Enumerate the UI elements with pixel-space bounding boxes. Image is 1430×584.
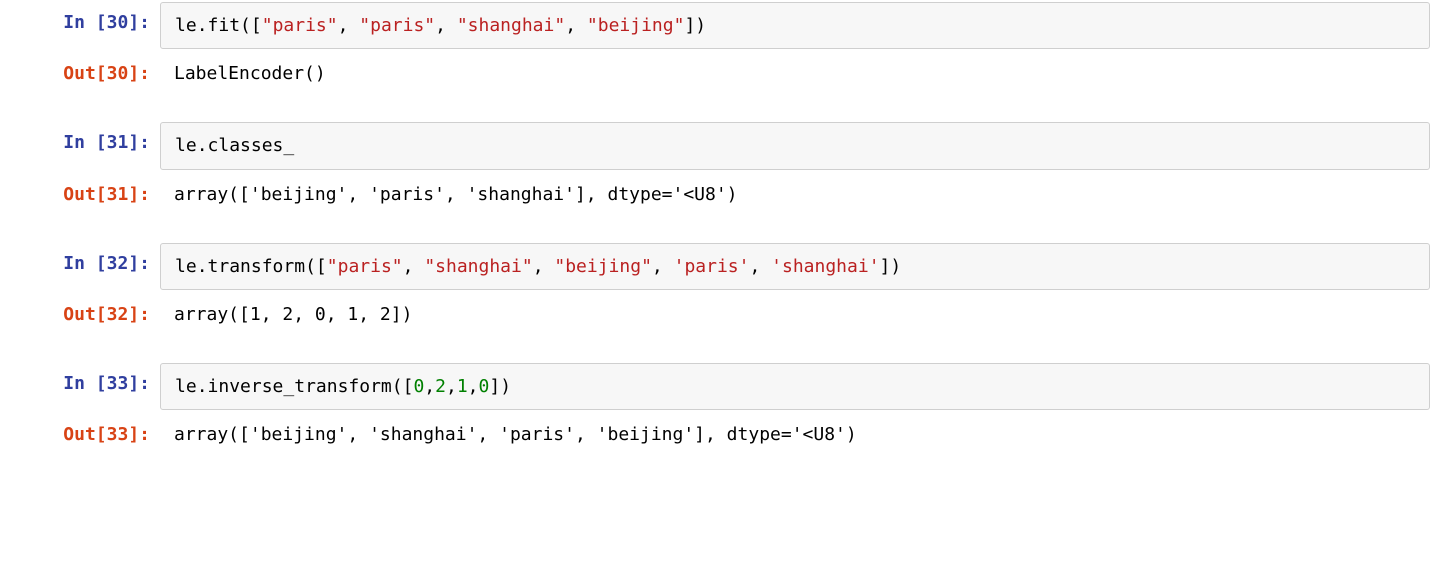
input-cell: In [30]:le.fit(["paris", "paris", "shang…	[0, 0, 1430, 51]
code-token: "shanghai"	[424, 256, 532, 277]
code-token: ([	[392, 376, 414, 397]
output-prompt: Out[30]:	[0, 51, 160, 96]
code-input[interactable]: le.fit(["paris", "paris", "shanghai", "b…	[160, 2, 1430, 49]
code-token: ([	[305, 256, 327, 277]
code-token: ,	[749, 256, 771, 277]
input-cell: In [32]:le.transform(["paris", "shanghai…	[0, 241, 1430, 292]
code-token: ])	[880, 256, 902, 277]
code-token: .	[197, 15, 208, 36]
code-token: 1	[457, 376, 468, 397]
code-token: ,	[446, 376, 457, 397]
output-cell: Out[31]:array(['beijing', 'paris', 'shan…	[0, 172, 1430, 217]
input-cell: In [33]:le.inverse_transform([0,2,1,0])	[0, 361, 1430, 412]
code-token: transform	[208, 256, 306, 277]
output-text: array(['beijing', 'shanghai', 'paris', '…	[160, 412, 1430, 457]
output-prompt: Out[31]:	[0, 172, 160, 217]
code-token: "beijing"	[554, 256, 652, 277]
code-token: 'paris'	[674, 256, 750, 277]
code-input[interactable]: le.transform(["paris", "shanghai", "beij…	[160, 243, 1430, 290]
code-token: 2	[435, 376, 446, 397]
code-token: "paris"	[327, 256, 403, 277]
code-token: ,	[435, 15, 457, 36]
code-token: "shanghai"	[457, 15, 565, 36]
cell-pair: In [33]:le.inverse_transform([0,2,1,0])O…	[0, 361, 1430, 457]
output-cell: Out[33]:array(['beijing', 'shanghai', 'p…	[0, 412, 1430, 457]
code-token: le	[175, 376, 197, 397]
code-token: inverse_transform	[208, 376, 392, 397]
output-text: LabelEncoder()	[160, 51, 1430, 96]
code-token: ,	[338, 15, 360, 36]
code-token: "paris"	[359, 15, 435, 36]
code-token: "beijing"	[587, 15, 685, 36]
code-token: ([	[240, 15, 262, 36]
output-text: array(['beijing', 'paris', 'shanghai'], …	[160, 172, 1430, 217]
code-token: .	[197, 135, 208, 156]
code-token: 'shanghai'	[771, 256, 879, 277]
notebook-container: In [30]:le.fit(["paris", "paris", "shang…	[0, 0, 1430, 458]
code-token: .	[197, 256, 208, 277]
output-cell: Out[30]:LabelEncoder()	[0, 51, 1430, 96]
code-token: .	[197, 376, 208, 397]
code-token: ,	[424, 376, 435, 397]
output-prompt: Out[33]:	[0, 412, 160, 457]
input-prompt: In [31]:	[0, 120, 160, 165]
code-input[interactable]: le.classes_	[160, 122, 1430, 169]
cell-pair: In [30]:le.fit(["paris", "paris", "shang…	[0, 0, 1430, 96]
code-token: 0	[479, 376, 490, 397]
code-token: le	[175, 15, 197, 36]
cell-pair: In [32]:le.transform(["paris", "shanghai…	[0, 241, 1430, 337]
code-token: ,	[565, 15, 587, 36]
cell-pair: In [31]:le.classes_Out[31]:array(['beiji…	[0, 120, 1430, 216]
code-token: classes_	[208, 135, 295, 156]
code-token: ,	[468, 376, 479, 397]
code-token: le	[175, 135, 197, 156]
code-input[interactable]: le.inverse_transform([0,2,1,0])	[160, 363, 1430, 410]
code-token: ])	[489, 376, 511, 397]
output-prompt: Out[32]:	[0, 292, 160, 337]
input-prompt: In [32]:	[0, 241, 160, 286]
input-cell: In [31]:le.classes_	[0, 120, 1430, 171]
code-token: ,	[533, 256, 555, 277]
code-token: ,	[403, 256, 425, 277]
input-prompt: In [33]:	[0, 361, 160, 406]
code-token: fit	[208, 15, 241, 36]
code-token: "paris"	[262, 15, 338, 36]
code-token: 0	[413, 376, 424, 397]
code-token: ,	[652, 256, 674, 277]
code-token: ])	[684, 15, 706, 36]
input-prompt: In [30]:	[0, 0, 160, 45]
output-text: array([1, 2, 0, 1, 2])	[160, 292, 1430, 337]
output-cell: Out[32]:array([1, 2, 0, 1, 2])	[0, 292, 1430, 337]
code-token: le	[175, 256, 197, 277]
